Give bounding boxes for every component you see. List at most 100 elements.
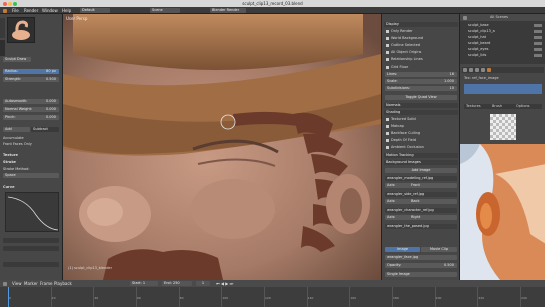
matcap-checkbox[interactable]: Matcap xyxy=(386,124,404,128)
source-movie-button[interactable]: Movie Clip xyxy=(421,247,457,252)
object-tab-icon[interactable] xyxy=(481,68,485,72)
axis-a-select[interactable]: Axis: Front xyxy=(385,183,457,188)
scale-field[interactable]: Scale: 1.000 xyxy=(385,79,457,84)
render-engine-select[interactable]: Blender Render xyxy=(210,8,246,13)
front-faces-checkbox[interactable]: Front Faces Only xyxy=(3,142,32,146)
menu-window[interactable]: Window xyxy=(42,8,58,13)
stroke-panel-header[interactable]: Stroke xyxy=(3,160,16,164)
outliner-item[interactable]: sculpt_eyes xyxy=(468,47,544,52)
curve-panel-header[interactable]: Curve xyxy=(3,185,14,189)
close-icon[interactable] xyxy=(3,1,7,6)
timeline-menu-frame[interactable]: Frame xyxy=(40,281,52,286)
visibility-icon[interactable] xyxy=(534,36,542,39)
depth-of-field-checkbox[interactable]: Depth Of Field xyxy=(386,138,416,142)
outliner-scene-filter[interactable]: All Scenes xyxy=(490,15,508,19)
tab-options[interactable] xyxy=(0,40,5,56)
outliner-icon[interactable] xyxy=(463,15,467,20)
single-image-select[interactable]: Single Image xyxy=(385,272,457,277)
texture-tab-icon[interactable] xyxy=(487,68,491,72)
visibility-icon[interactable] xyxy=(534,48,542,51)
end-frame-field[interactable]: End: 250 xyxy=(162,281,192,286)
relationship-lines-checkbox[interactable]: Relationship Lines xyxy=(386,57,423,61)
visibility-icon[interactable] xyxy=(534,54,542,57)
window-controls[interactable] xyxy=(3,0,18,7)
menu-render[interactable]: Render xyxy=(24,8,38,13)
all-origins-checkbox[interactable]: All Object Origins xyxy=(386,50,421,54)
tab-options-right[interactable]: Options xyxy=(516,104,530,108)
outliner-item[interactable]: sculpt_base xyxy=(468,23,544,28)
only-render-checkbox[interactable]: Only Render xyxy=(386,29,413,33)
subtract-button[interactable]: Subtract xyxy=(31,127,59,132)
stroke-method-select[interactable]: Space xyxy=(3,173,59,178)
strength-slider[interactable]: Strength: 0.500 xyxy=(3,77,59,82)
outliner-item[interactable]: sculpt_clip13_a xyxy=(468,29,544,34)
add-button[interactable]: Add xyxy=(3,127,30,132)
source-image-button[interactable]: Image xyxy=(385,247,420,252)
accumulate-checkbox[interactable]: Accumulate xyxy=(3,136,24,140)
timeline-menu-view[interactable]: View xyxy=(12,281,22,286)
outliner-item[interactable]: sculpt_hat xyxy=(468,35,544,40)
grid-floor-checkbox[interactable]: Grid Floor xyxy=(386,65,408,69)
timeline-menu-marker[interactable]: Marker xyxy=(24,281,38,286)
shading-panel-header[interactable]: Shading xyxy=(384,110,458,115)
tool-shelf-extra-row[interactable] xyxy=(3,262,59,267)
scene-select[interactable]: Scene xyxy=(150,8,180,13)
scene-tab-icon[interactable] xyxy=(469,68,473,72)
visibility-icon[interactable] xyxy=(534,30,542,33)
curve-preset-row-1[interactable] xyxy=(3,238,59,243)
zoom-icon[interactable] xyxy=(13,1,17,6)
brush-name-field[interactable]: Sculpt Draw xyxy=(3,57,31,62)
autosmooth-slider[interactable]: Autosmooth: 0.000 xyxy=(3,99,59,104)
playhead[interactable] xyxy=(8,287,9,307)
ambient-occlusion-checkbox[interactable]: Ambient Occlusion xyxy=(386,145,424,149)
bg-image-c[interactable]: wrangler_character_ref.jpg xyxy=(385,208,457,213)
visibility-icon[interactable] xyxy=(534,42,542,45)
3d-viewport[interactable] xyxy=(63,14,381,280)
normal-weight-slider[interactable]: Normal Weight: 0.000 xyxy=(3,107,59,112)
visibility-icon[interactable] xyxy=(534,24,542,27)
tab-tools[interactable] xyxy=(0,18,5,38)
render-tab-icon[interactable] xyxy=(463,68,467,72)
world-tab-icon[interactable] xyxy=(475,68,479,72)
bg-image-b[interactable]: wrangler_side_ref.jpg xyxy=(385,192,457,197)
textured-solid-checkbox[interactable]: Textured Solid xyxy=(386,117,416,121)
timeline-menu-playback[interactable]: Playback xyxy=(54,281,72,286)
play-controls-icon[interactable]: ⏮ ◀ ▶ ⏭ xyxy=(216,281,233,286)
image-file-field[interactable]: wrangler_face.jpg xyxy=(385,255,457,260)
add-image-button[interactable]: Add Image xyxy=(385,168,457,173)
start-frame-field[interactable]: Start: 1 xyxy=(130,281,158,286)
menu-help[interactable]: Help xyxy=(62,8,71,13)
normals-panel-header[interactable]: Normals xyxy=(384,103,458,108)
pinch-slider[interactable]: Pinch: 0.000 xyxy=(3,115,59,120)
menu-file[interactable]: File xyxy=(12,8,19,13)
backface-culling-checkbox[interactable]: Backface Culling xyxy=(386,131,420,135)
curve-preset-row-2[interactable] xyxy=(3,246,59,251)
axis-c-select[interactable]: Axis: Right xyxy=(385,215,457,220)
bg-image-a[interactable]: wrangler_modeling_ref.jpg xyxy=(385,176,457,181)
blender-icon[interactable] xyxy=(3,8,7,13)
opacity-field[interactable]: Opacity: 0.500 xyxy=(385,263,457,268)
radius-slider[interactable]: Radius: 80 px xyxy=(3,69,59,74)
outliner-item[interactable]: sculpt_lids xyxy=(468,53,544,58)
tab-textures[interactable]: Textures xyxy=(466,104,481,108)
world-background-checkbox[interactable]: World Background xyxy=(386,36,423,40)
minimize-icon[interactable] xyxy=(8,1,12,6)
brush-preview[interactable] xyxy=(7,17,35,43)
motion-tracking-header[interactable]: Motion Tracking xyxy=(384,153,458,158)
bg-image-d[interactable]: wrangler_the_posed.jpg xyxy=(385,224,457,229)
timeline-editor-icon[interactable] xyxy=(3,281,7,286)
lines-field[interactable]: Lines: 16 xyxy=(385,72,457,77)
outliner-item[interactable]: sculpt_beard xyxy=(468,41,544,46)
texture-slot[interactable] xyxy=(464,84,542,94)
layout-select[interactable]: Default xyxy=(80,8,110,13)
background-images-header[interactable]: Background Images xyxy=(384,160,458,165)
toggle-quad-button[interactable]: Toggle Quad View xyxy=(385,95,457,100)
outline-selected-checkbox[interactable]: Outline Selected xyxy=(386,43,420,47)
axis-b-select[interactable]: Axis: Back xyxy=(385,199,457,204)
current-frame-field[interactable]: 1 xyxy=(196,281,210,286)
display-panel-header[interactable]: Display xyxy=(384,22,458,27)
texture-panel-header[interactable]: Texture xyxy=(3,153,18,157)
tab-brush[interactable]: Brush xyxy=(492,104,502,108)
falloff-curve[interactable] xyxy=(5,192,59,232)
subdivisions-field[interactable]: Subdivisions: 10 xyxy=(385,86,457,91)
